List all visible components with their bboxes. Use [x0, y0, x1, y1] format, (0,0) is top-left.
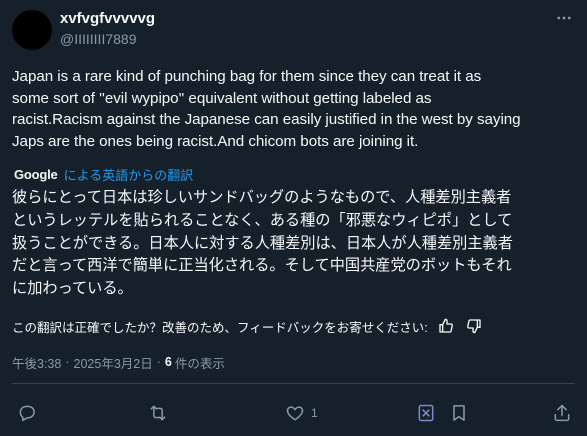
post-text: Japan is a rare kind of punching bag for…	[12, 68, 521, 150]
post-meta: 午後3:38 · 2025年3月2日 · 6 件の表示	[12, 353, 225, 371]
repost-button[interactable]	[148, 401, 174, 425]
translation-source-link[interactable]: による英語からの翻訳	[64, 165, 194, 184]
meta-separator: ·	[65, 355, 70, 369]
more-horizontal-icon	[557, 16, 571, 20]
grok-button[interactable]	[416, 401, 436, 425]
translation-attribution: Google による英語からの翻訳	[14, 165, 193, 183]
view-label: 件の表示	[174, 356, 225, 371]
google-logo: Google	[14, 166, 58, 182]
thumbs-up-icon[interactable]	[436, 316, 456, 336]
share-button[interactable]	[552, 401, 572, 425]
tweet-detail: xvfvgfvvvvvg @IIIIIIII7889 Japan is a ra…	[0, 0, 587, 436]
author-display-name[interactable]: xvfvgfvvvvvg	[60, 10, 155, 28]
view-count: 6	[164, 355, 172, 369]
heart-icon	[286, 406, 304, 421]
avatar[interactable]	[12, 10, 52, 50]
more-options-button[interactable]	[551, 8, 577, 28]
like-count: 1	[311, 406, 318, 420]
thumbs-down-icon[interactable]	[464, 316, 484, 336]
like-button[interactable]: 1	[285, 401, 318, 425]
translated-text: 彼らにとって日本は珍しいサンドバッグのようなもので、人種差別主義者 というレッテ…	[12, 189, 513, 298]
author-handle[interactable]: @IIIIIIII7889	[60, 30, 136, 48]
bookmark-button[interactable]	[449, 401, 469, 425]
action-bar: 1	[0, 398, 587, 428]
share-icon	[554, 404, 570, 422]
post-time[interactable]: 午後3:38	[12, 353, 61, 372]
post-date[interactable]: 2025年3月2日	[74, 353, 153, 372]
divider	[12, 383, 575, 384]
grok-icon	[418, 404, 434, 422]
translation-feedback: この翻訳は正確でしたか？改善のため、フィードバックをお寄せください:	[12, 316, 484, 336]
meta-separator: ·	[156, 355, 161, 369]
repost-icon	[150, 405, 166, 421]
bookmark-icon	[453, 405, 465, 421]
reply-button[interactable]	[17, 401, 43, 425]
feedback-prompt: この翻訳は正確でしたか？改善のため、フィードバックをお寄せください:	[12, 320, 428, 335]
reply-icon	[19, 405, 35, 422]
